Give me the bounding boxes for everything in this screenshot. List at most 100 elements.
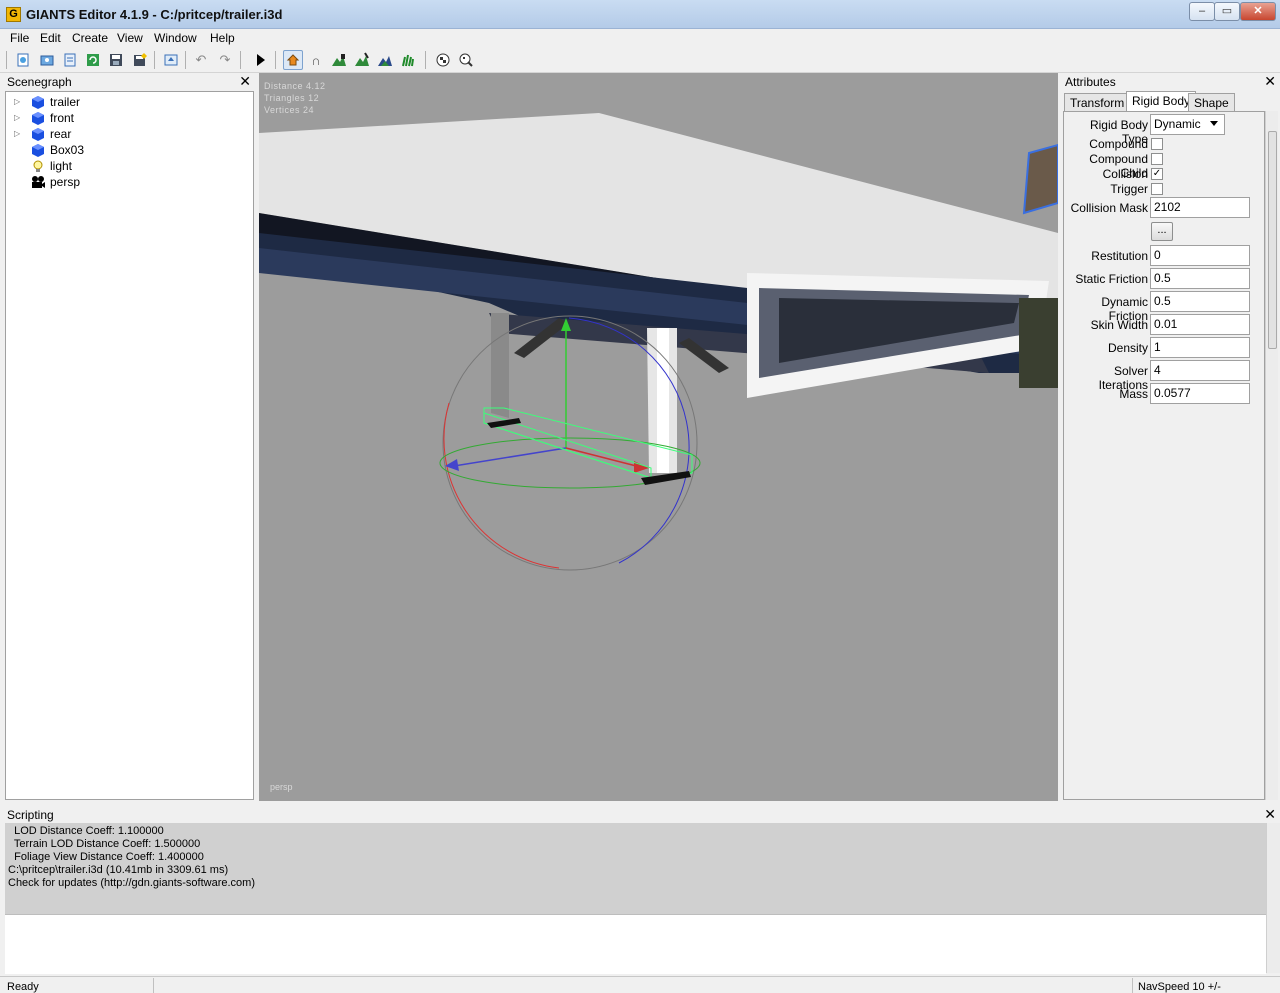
menu-edit[interactable]: Edit	[40, 31, 61, 45]
trigger-checkbox[interactable]	[1151, 183, 1163, 195]
camera-icon	[32, 176, 45, 188]
tree-item-label: persp	[50, 175, 81, 189]
cube-icon	[32, 96, 44, 109]
redo-icon[interactable]: ↷	[215, 50, 235, 70]
tree-item-rear[interactable]: ▷ rear	[6, 126, 246, 142]
minimize-button[interactable]: –	[1189, 2, 1215, 21]
new-icon[interactable]	[13, 50, 33, 70]
tab-shape[interactable]: Shape	[1188, 93, 1235, 111]
rigid-body-type-select[interactable]: Dynamic	[1150, 114, 1225, 135]
list-icon[interactable]	[60, 50, 80, 70]
compound-child-checkbox[interactable]	[1151, 153, 1163, 165]
compound-label: Compound	[1089, 137, 1148, 151]
import-icon[interactable]	[161, 50, 181, 70]
title-bar: G GIANTS Editor 4.1.9 - C:/pritcep/trail…	[0, 0, 1280, 29]
expand-icon[interactable]: ▷	[14, 113, 20, 122]
density-label: Density	[1107, 341, 1148, 355]
chevron-down-icon	[1210, 121, 1218, 126]
tree-item-front[interactable]: ▷ front	[6, 110, 246, 126]
scripting-log: LOD Distance Coeff: 1.100000 Terrain LOD…	[5, 823, 1266, 914]
save-as-icon[interactable]	[130, 50, 150, 70]
log-line: LOD Distance Coeff: 1.100000	[8, 825, 164, 837]
log-line: C:\pritcep\trailer.i3d (10.41mb in 3309.…	[8, 864, 229, 876]
select-icon[interactable]	[283, 50, 303, 70]
rigid-body-type-value: Dynamic	[1154, 117, 1201, 131]
static-friction-input[interactable]: 0.5	[1150, 268, 1250, 289]
cube-icon	[32, 112, 44, 125]
solver-iterations-input[interactable]: 4	[1150, 360, 1250, 381]
tree-item-label: Box03	[50, 143, 85, 157]
dynamic-friction-input[interactable]: 0.5	[1150, 291, 1250, 312]
foliage-paint-icon[interactable]	[398, 50, 418, 70]
script-input[interactable]	[5, 914, 1266, 974]
close-icon[interactable]: ✕	[1264, 806, 1276, 823]
maximize-button[interactable]: ▭	[1214, 2, 1240, 21]
play-icon[interactable]	[250, 50, 270, 70]
terrain-sculpt-icon[interactable]	[329, 50, 349, 70]
close-button[interactable]: ✕	[1240, 2, 1276, 21]
toolbar-separator	[240, 51, 241, 69]
tree-item-label: trailer	[50, 95, 81, 109]
window-title: GIANTS Editor 4.1.9 - C:/pritcep/trailer…	[26, 7, 283, 22]
menu-window[interactable]: Window	[154, 31, 197, 45]
tree-item-label: front	[50, 111, 75, 125]
menu-create[interactable]: Create	[72, 31, 108, 45]
restitution-label: Restitution	[1091, 249, 1148, 263]
tree-item-light[interactable]: light	[6, 158, 246, 174]
toolbar-separator	[154, 51, 155, 69]
open-icon[interactable]	[37, 50, 57, 70]
magnet-icon[interactable]: ∩	[306, 50, 326, 70]
viewport-stat-distance: Distance 4.12	[264, 81, 326, 91]
close-icon[interactable]: ✕	[239, 73, 251, 90]
collision-mask-label: Collision Mask	[1070, 201, 1148, 215]
trigger-label: Trigger	[1110, 182, 1148, 196]
app-icon: G	[6, 7, 21, 22]
attributes-scrollbar[interactable]	[1265, 111, 1278, 800]
menu-file[interactable]: File	[10, 31, 29, 45]
scripting-scrollbar[interactable]	[1266, 823, 1280, 973]
checker-icon[interactable]	[433, 50, 453, 70]
density-input[interactable]: 1	[1150, 337, 1250, 358]
tree-item-box03[interactable]: Box03	[6, 142, 246, 158]
save-icon[interactable]	[106, 50, 126, 70]
status-separator	[1132, 978, 1133, 993]
undo-icon[interactable]: ↶	[191, 50, 211, 70]
refresh-icon[interactable]	[83, 50, 103, 70]
scenegraph-tree[interactable]: ▷ trailer ▷ front ▷ rear Box03 light per…	[5, 91, 254, 800]
toolbar-separator	[425, 51, 426, 69]
expand-icon[interactable]: ▷	[14, 129, 20, 138]
collision-label: Collision	[1102, 167, 1148, 181]
3d-viewport[interactable]: Distance 4.12 Triangles 12 Vertices 24 p…	[259, 73, 1058, 801]
tab-transform[interactable]: Transform	[1064, 93, 1131, 111]
menu-help[interactable]: Help	[210, 31, 235, 45]
skin-width-input[interactable]: 0.01	[1150, 314, 1250, 335]
status-text: Ready	[7, 981, 39, 993]
menu-bar: File Edit Create View Window Help	[0, 29, 1280, 47]
restitution-input[interactable]: 0	[1150, 245, 1250, 266]
expand-icon[interactable]: ▷	[14, 97, 20, 106]
tab-rigid-body[interactable]: Rigid Body	[1126, 91, 1197, 111]
close-icon[interactable]: ✕	[1264, 73, 1276, 90]
tree-item-label: rear	[50, 127, 72, 141]
collision-checkbox[interactable]: ✓	[1151, 168, 1163, 180]
light-icon	[33, 160, 43, 172]
skin-width-label: Skin Width	[1090, 318, 1148, 332]
viewport-camera-label: persp	[270, 782, 293, 792]
scripting-title: Scripting	[7, 808, 54, 822]
checkmark-icon: ✓	[1152, 168, 1162, 179]
tree-item-persp[interactable]: persp	[6, 174, 246, 190]
terrain-detail-icon[interactable]	[375, 50, 395, 70]
terrain-paint-icon[interactable]	[352, 50, 372, 70]
scene-render	[259, 113, 1058, 571]
checker-select-icon[interactable]	[456, 50, 476, 70]
compound-checkbox[interactable]	[1151, 138, 1163, 150]
viewport-stat-vertices: Vertices 24	[264, 105, 315, 115]
scenegraph-header: Scenegraph ✕	[5, 73, 255, 90]
menu-view[interactable]: View	[117, 31, 143, 45]
scrollbar-thumb[interactable]	[1268, 131, 1277, 349]
toolbar-separator	[275, 51, 276, 69]
collision-mask-input[interactable]: 2102	[1150, 197, 1250, 218]
collision-mask-edit-button[interactable]: ...	[1151, 222, 1173, 241]
tree-item-trailer[interactable]: ▷ trailer	[6, 94, 246, 110]
mass-input[interactable]: 0.0577	[1150, 383, 1250, 404]
